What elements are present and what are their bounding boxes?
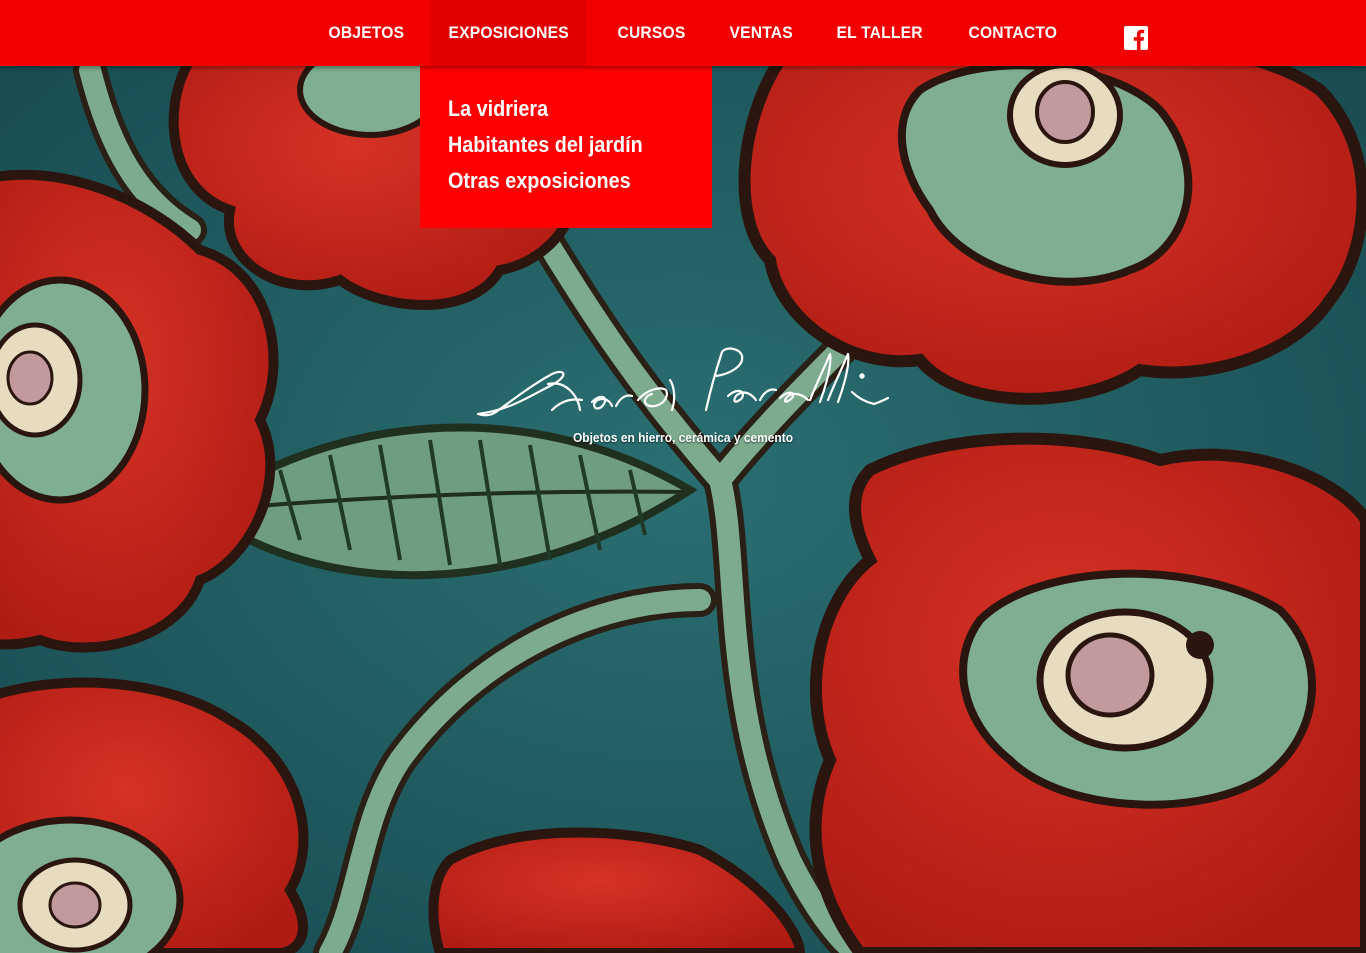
nav-item-el-taller[interactable]: EL TALLER — [819, 0, 940, 66]
top-navigation-bar: OBJETOS EXPOSICIONES CURSOS VENTAS EL TA… — [0, 0, 1366, 66]
site-tagline: Objetos en hierro, cerámica y cemento — [572, 430, 794, 445]
main-menu: OBJETOS EXPOSICIONES CURSOS VENTAS EL TA… — [311, 0, 1085, 66]
nav-item-objetos[interactable]: OBJETOS — [311, 0, 422, 66]
signature-logo — [476, 347, 890, 417]
nav-item-ventas[interactable]: VENTAS — [712, 0, 810, 66]
facebook-icon[interactable] — [1124, 26, 1148, 50]
nav-item-contacto[interactable]: CONTACTO — [951, 0, 1075, 66]
dropdown-item-habitantes-del-jardin[interactable]: Habitantes del jardín — [448, 132, 643, 158]
page: OBJETOS EXPOSICIONES CURSOS VENTAS EL TA… — [0, 0, 1366, 953]
dropdown-item-otras-exposiciones[interactable]: Otras exposiciones — [448, 168, 631, 194]
nav-item-cursos[interactable]: CURSOS — [600, 0, 703, 66]
exposiciones-dropdown-menu: La vidriera Habitantes del jardín Otras … — [420, 66, 712, 228]
nav-item-exposiciones[interactable]: EXPOSICIONES — [431, 0, 587, 66]
dropdown-item-la-vidriera[interactable]: La vidriera — [448, 96, 548, 122]
